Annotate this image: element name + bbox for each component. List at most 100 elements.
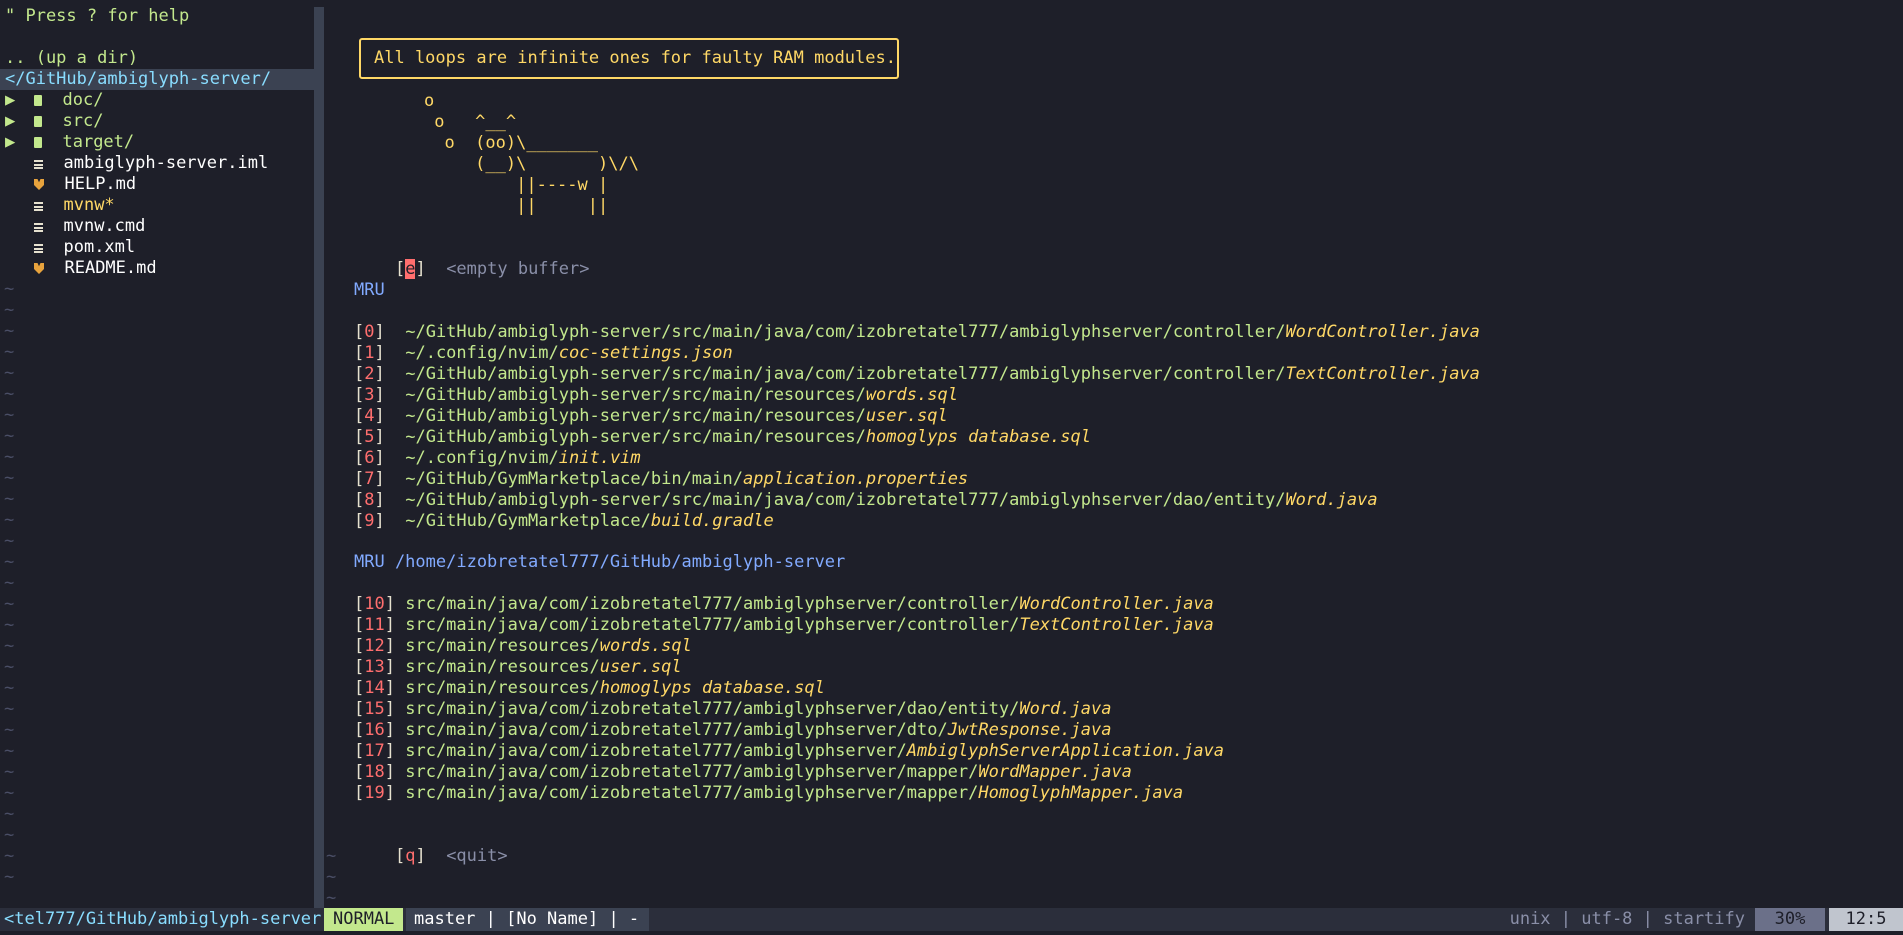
bracket: [ <box>354 615 365 635</box>
empty-line-tilde: ~ <box>4 405 15 425</box>
mru-item[interactable]: [14] src/main/resources/homoglyps databa… <box>354 678 825 699</box>
cowsay-line: o (oo)\_______ <box>424 133 598 153</box>
cowsay-line: o ^__^ <box>424 112 517 132</box>
tree-entry[interactable]: pom.xml <box>5 237 135 258</box>
mru-item[interactable]: [10] src/main/java/com/izobretatel777/am… <box>354 594 1214 615</box>
mru-path: ~/GitHub/ambiglyph-server/src/main/java/… <box>405 322 1286 342</box>
expand-arrow-icon: ▶ <box>5 90 16 110</box>
bracket: ] <box>384 678 395 698</box>
tree-entry[interactable]: README.md <box>5 258 157 279</box>
mru-item[interactable]: [1] ~/.config/nvim/coc-settings.json <box>354 343 733 364</box>
mru-item[interactable]: [0] ~/GitHub/ambiglyph-server/src/main/j… <box>354 322 1480 343</box>
quit-label: <quit> <box>446 846 508 866</box>
tree-entry-name: mvnw.cmd <box>63 216 146 236</box>
mru-item[interactable]: [8] ~/GitHub/ambiglyph-server/src/main/j… <box>354 490 1378 511</box>
empty-buffer-key: e <box>405 259 416 279</box>
mru-item[interactable]: [2] ~/GitHub/ambiglyph-server/src/main/j… <box>354 364 1480 385</box>
quit-item[interactable]: [q] <quit> <box>354 825 508 866</box>
quit-key: q <box>405 846 416 866</box>
bracket: [ <box>354 322 365 342</box>
mru-index: 16 <box>364 720 385 740</box>
mru-path: src/main/resources/ <box>405 657 600 677</box>
mru-filename: build.gradle <box>650 511 774 531</box>
mru-index: 10 <box>364 594 385 614</box>
tree-entry[interactable]: HELP.md <box>5 174 136 195</box>
bracket: ] <box>384 783 395 803</box>
bracket: [ <box>354 469 365 489</box>
mru-filename: WordMapper.java <box>978 762 1132 782</box>
empty-buffer-label: <empty buffer> <box>446 259 590 279</box>
tree-help-hint: " Press ? for help <box>5 6 190 26</box>
expand-arrow-icon: ▶ <box>5 111 16 131</box>
empty-line-tilde: ~ <box>4 846 15 866</box>
mru-item[interactable]: [12] src/main/resources/words.sql <box>354 636 692 657</box>
mru-item[interactable]: [11] src/main/java/com/izobretatel777/am… <box>354 615 1214 636</box>
empty-line-tilde: ~ <box>4 804 15 824</box>
bracket: ] <box>374 511 385 531</box>
bracket: ] <box>384 699 395 719</box>
file-tree-pane[interactable]: " Press ? for help .. (up a dir) </GitHu… <box>0 0 314 908</box>
mru-index: 0 <box>364 322 375 342</box>
bracket: [ <box>354 511 365 531</box>
mru-item[interactable]: [9] ~/GitHub/GymMarketplace/build.gradle <box>354 511 774 532</box>
mru-index: 6 <box>364 448 375 468</box>
bracket: ] <box>374 448 385 468</box>
empty-line-tilde: ~ <box>4 720 15 740</box>
mru-item[interactable]: [17] src/main/java/com/izobretatel777/am… <box>354 741 1224 762</box>
tree-up-dir[interactable]: .. (up a dir) <box>5 48 138 69</box>
file-format-info: unix | utf-8 | startify <box>1509 909 1745 929</box>
bracket: [ <box>354 678 365 698</box>
mru-item[interactable]: [4] ~/GitHub/ambiglyph-server/src/main/r… <box>354 406 948 427</box>
bracket: ] <box>374 385 385 405</box>
folder-icon <box>34 116 42 127</box>
mru-item[interactable]: [7] ~/GitHub/GymMarketplace/bin/main/app… <box>354 469 968 490</box>
window-separator[interactable] <box>314 7 324 908</box>
mru-path: ~/GitHub/ambiglyph-server/src/main/java/… <box>405 490 1286 510</box>
tree-entry[interactable]: ▶ src/ <box>5 111 103 132</box>
mru-path: ~/GitHub/GymMarketplace/ <box>405 511 651 531</box>
mru-item[interactable]: [18] src/main/java/com/izobretatel777/am… <box>354 762 1132 783</box>
folder-icon <box>34 137 42 148</box>
mru-item[interactable]: [19] src/main/java/com/izobretatel777/am… <box>354 783 1183 804</box>
tree-entry[interactable]: ▶ doc/ <box>5 90 103 111</box>
mru-item[interactable]: [5] ~/GitHub/ambiglyph-server/src/main/r… <box>354 427 1091 448</box>
tree-entry[interactable]: ambiglyph-server.iml <box>5 153 268 174</box>
mru-item[interactable]: [16] src/main/java/com/izobretatel777/am… <box>354 720 1111 741</box>
tree-entry-name: README.md <box>64 258 157 278</box>
tree-entry[interactable]: mvnw* <box>5 195 115 216</box>
bracket: ] <box>374 406 385 426</box>
mru-path: src/main/resources/ <box>405 636 600 656</box>
cursor-position: 12:5 <box>1829 908 1903 931</box>
mru-item[interactable]: [6] ~/.config/nvim/init.vim <box>354 448 641 469</box>
tree-entry[interactable]: mvnw.cmd <box>5 216 145 237</box>
empty-line-tilde: ~ <box>4 699 15 719</box>
mru-filename: words.sql <box>865 385 958 405</box>
mru-filename: AmbiglyphServerApplication.java <box>906 741 1225 761</box>
empty-line-tilde: ~ <box>4 678 15 698</box>
tree-entry[interactable]: ▶ target/ <box>5 132 134 153</box>
mru-item[interactable]: [13] src/main/resources/user.sql <box>354 657 682 678</box>
file-icon <box>34 223 43 232</box>
mru-path: src/main/java/com/izobretatel777/ambigly… <box>405 783 979 803</box>
tree-current-dir[interactable]: </GitHub/ambiglyph-server/ <box>0 69 314 90</box>
empty-buffer-item[interactable]: [e] <empty buffer> <box>354 238 589 279</box>
bracket: [ <box>354 427 365 447</box>
empty-line-tilde: ~ <box>4 447 15 467</box>
mru-item[interactable]: [15] src/main/java/com/izobretatel777/am… <box>354 699 1111 720</box>
bracket: ] <box>384 636 395 656</box>
empty-line-tilde: ~ <box>4 615 15 635</box>
file-icon <box>34 244 43 253</box>
startify-pane: All loops are infinite ones for faulty R… <box>324 0 1903 908</box>
mru-item[interactable]: [3] ~/GitHub/ambiglyph-server/src/main/r… <box>354 385 958 406</box>
